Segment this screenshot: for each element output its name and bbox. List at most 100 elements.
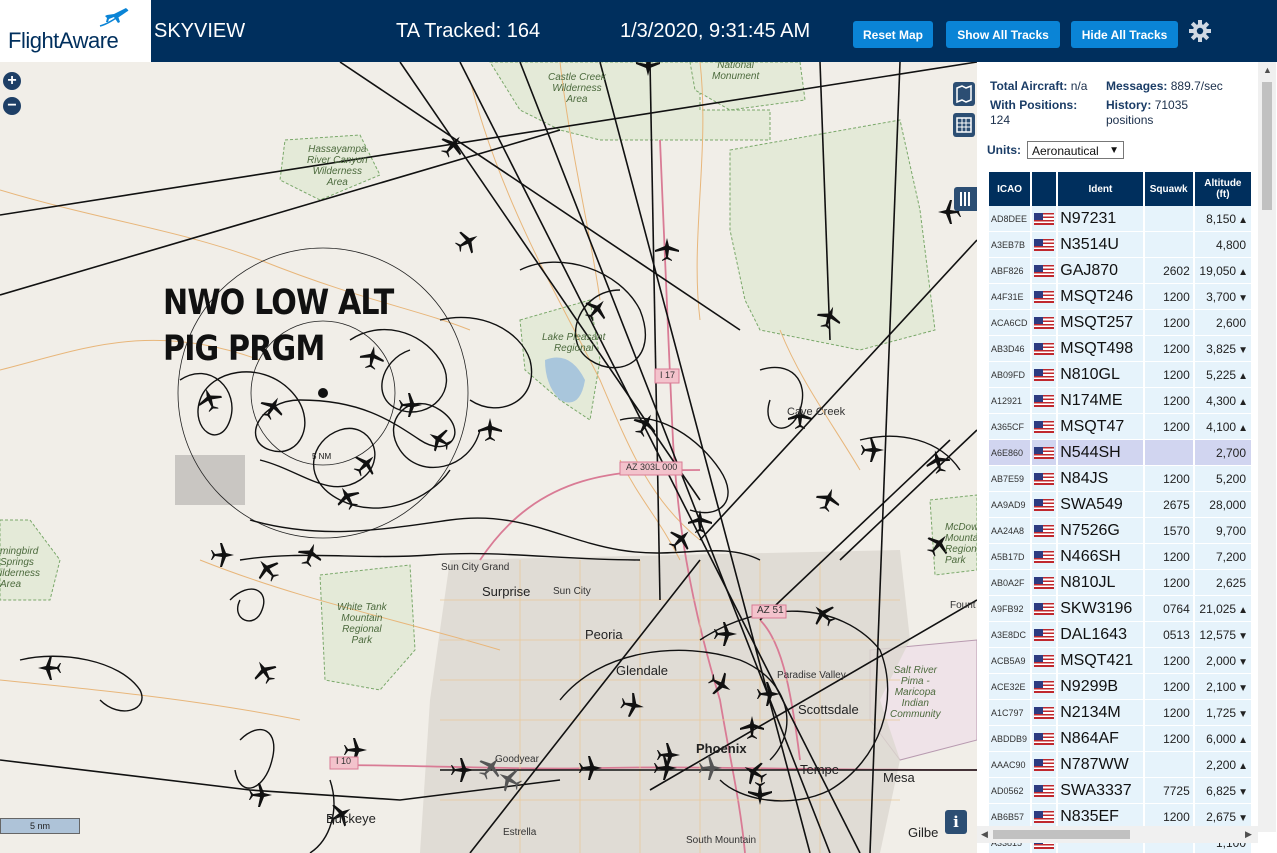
- col-flag[interactable]: [1031, 172, 1059, 206]
- table-row[interactable]: ACB5A9 MSQT421 1200 2,000 ▼: [989, 647, 1254, 674]
- cell-ident: N466SH: [1057, 543, 1145, 570]
- reset-map-button[interactable]: Reset Map: [853, 21, 933, 48]
- cell-ident: N810GL: [1057, 361, 1145, 388]
- table-row[interactable]: A9FB92 SKW3196 0764 21,025 ▲: [989, 595, 1254, 622]
- table-row[interactable]: A3EB7B N3514U 4,800: [989, 231, 1254, 258]
- cell-icao: AD8DEE: [989, 206, 1033, 232]
- us-flag-icon: [1034, 369, 1055, 382]
- table-row[interactable]: ABDDB9 N864AF 1200 6,000 ▲: [989, 725, 1254, 752]
- road-i10: I 10: [336, 756, 352, 766]
- place-mesa: Mesa: [883, 770, 915, 785]
- trend-arrow-icon: ▲: [1238, 396, 1248, 408]
- vertical-scrollbar[interactable]: ▲: [1258, 62, 1276, 832]
- place-scottsdale: Scottsdale: [798, 702, 859, 717]
- table-row[interactable]: ABF826 GAJ870 2602 19,050 ▲: [989, 257, 1254, 284]
- receiver-marker: [318, 388, 328, 398]
- us-flag-icon: [1034, 655, 1055, 668]
- cell-ident: N810JL: [1057, 569, 1145, 596]
- cell-ident: SWA3337: [1057, 777, 1145, 804]
- altitude-value: 5,225: [1206, 367, 1237, 382]
- history-unit: positions: [1106, 113, 1154, 127]
- cell-squawk: 1200: [1143, 725, 1195, 752]
- us-flag-icon: [1034, 213, 1055, 226]
- us-flag-icon: [1034, 239, 1055, 252]
- units-select[interactable]: Aeronautical ▼: [1027, 141, 1124, 159]
- cell-squawk: 0764: [1143, 595, 1195, 622]
- col-squawk[interactable]: Squawk: [1143, 172, 1195, 206]
- table-row[interactable]: ACA6CD MSQT257 1200 2,600: [989, 309, 1254, 336]
- table-row[interactable]: AA24A8 N7526G 1570 9,700: [989, 517, 1254, 544]
- table-row[interactable]: ACE32E N9299B 1200 2,100 ▼: [989, 673, 1254, 700]
- plane-logo-icon: [99, 8, 129, 27]
- table-row[interactable]: A365CF MSQT47 1200 4,100 ▲: [989, 413, 1254, 440]
- cell-flag: [1031, 543, 1059, 570]
- table-row[interactable]: A12921 N174ME 1200 4,300 ▲: [989, 387, 1254, 414]
- altitude-value: 21,025: [1199, 601, 1237, 616]
- place-fountain: Fount: [950, 600, 976, 611]
- label-national-monument: National Monument: [712, 62, 760, 82]
- with-positions-label: With Positions:: [990, 98, 1078, 112]
- table-row[interactable]: AA9AD9 SWA549 2675 28,000: [989, 491, 1254, 518]
- horizontal-scrollbar[interactable]: ◀ ▶: [977, 826, 1258, 843]
- table-row[interactable]: A4F31E MSQT246 1200 3,700 ▼: [989, 283, 1254, 310]
- cell-ident: MSQT246: [1057, 283, 1145, 310]
- cell-altitude: 2,200 ▲: [1193, 751, 1254, 778]
- cell-icao: AB09FD: [989, 361, 1033, 388]
- altitude-value: 9,700: [1215, 523, 1246, 538]
- grid-toggle-button[interactable]: [953, 113, 975, 137]
- scale-bar: 5 nm: [0, 818, 80, 834]
- flightaware-logo[interactable]: FlightAware: [0, 0, 151, 62]
- cell-flag: [1031, 231, 1059, 258]
- altitude-value: 4,800: [1215, 237, 1246, 252]
- altitude-value: 2,600: [1215, 315, 1246, 330]
- zoom-out-button[interactable]: −: [3, 97, 21, 115]
- cell-altitude: 4,100 ▲: [1193, 413, 1254, 440]
- table-row[interactable]: A6E860 N544SH 2,700: [989, 439, 1254, 466]
- table-row[interactable]: AB0A2F N810JL 1200 2,625: [989, 569, 1254, 596]
- top-bar: FlightAware SKYVIEW TA Tracked: 164 1/3/…: [0, 0, 1277, 62]
- horizontal-scroll-thumb[interactable]: [993, 830, 1130, 839]
- altitude-value: 2,700: [1215, 445, 1246, 460]
- scroll-right-icon[interactable]: ▶: [1245, 829, 1252, 840]
- cell-icao: AA9AD9: [989, 491, 1033, 518]
- cell-altitude: 2,600: [1193, 309, 1254, 336]
- cell-squawk: 7725: [1143, 777, 1195, 804]
- dropdown-arrow-icon: ▼: [1109, 145, 1119, 156]
- gear-icon[interactable]: [1188, 19, 1212, 43]
- history-label: History:: [1106, 98, 1152, 112]
- cell-altitude: 7,200: [1193, 543, 1254, 570]
- show-all-tracks-button[interactable]: Show All Tracks: [946, 21, 1060, 48]
- table-row[interactable]: AB3D46 MSQT498 1200 3,825 ▼: [989, 335, 1254, 362]
- vertical-scroll-thumb[interactable]: [1262, 82, 1272, 210]
- us-flag-icon: [1034, 629, 1055, 642]
- table-row[interactable]: AB09FD N810GL 1200 5,225 ▲: [989, 361, 1254, 388]
- cell-icao: ACA6CD: [989, 309, 1033, 336]
- table-row[interactable]: A3E8DC DAL1643 0513 12,575 ▼: [989, 621, 1254, 648]
- info-icon[interactable]: i: [945, 810, 967, 834]
- table-row[interactable]: A5B17D N466SH 1200 7,200: [989, 543, 1254, 570]
- table-row[interactable]: AD8DEE N97231 8,150 ▲: [989, 206, 1254, 232]
- zoom-in-button[interactable]: +: [3, 72, 21, 90]
- table-row[interactable]: AD0562 SWA3337 7725 6,825 ▼: [989, 777, 1254, 804]
- cell-icao: A9FB92: [989, 595, 1033, 622]
- map-layer-button[interactable]: [953, 82, 975, 106]
- altitude-value: 2,200: [1206, 757, 1237, 772]
- trend-arrow-icon: ▲: [1238, 214, 1248, 226]
- col-ident[interactable]: Ident: [1057, 172, 1145, 206]
- us-flag-icon: [1034, 681, 1055, 694]
- cell-altitude: 6,000 ▲: [1193, 725, 1254, 752]
- col-altitude[interactable]: Altitude (ft): [1193, 172, 1254, 206]
- cell-flag: [1031, 283, 1059, 310]
- table-row[interactable]: AAAC90 N787WW 2,200 ▲: [989, 751, 1254, 778]
- altitude-value: 28,000: [1209, 497, 1246, 512]
- scroll-left-icon[interactable]: ◀: [981, 829, 988, 840]
- scroll-up-icon[interactable]: ▲: [1263, 65, 1272, 75]
- place-buckeye: Buckeye: [326, 811, 376, 826]
- label-hieroglyphic: mingbird Springs ilderness Area: [0, 546, 41, 590]
- columns-toggle-button[interactable]: [954, 187, 977, 211]
- map[interactable]: + − Castle Creek Wilderness Area Nationa…: [0, 62, 977, 853]
- col-icao[interactable]: ICAO: [989, 172, 1033, 206]
- hide-all-tracks-button[interactable]: Hide All Tracks: [1071, 21, 1178, 48]
- table-row[interactable]: A1C797 N2134M 1200 1,725 ▼: [989, 699, 1254, 726]
- table-row[interactable]: AB7E59 N84JS 1200 5,200: [989, 465, 1254, 492]
